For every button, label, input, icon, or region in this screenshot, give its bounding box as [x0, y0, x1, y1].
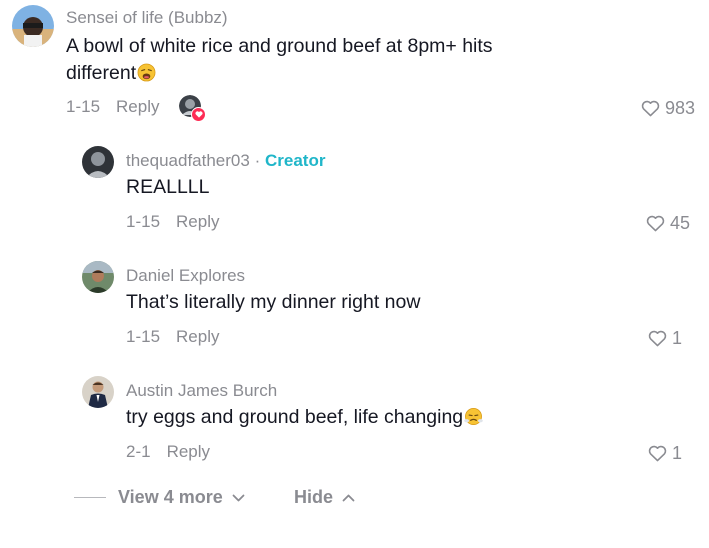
- avatar-thequadfather03[interactable]: [82, 146, 114, 178]
- face-with-steam-emoji-icon: [464, 408, 483, 425]
- reply-2-username[interactable]: Daniel Explores: [126, 266, 245, 286]
- creator-liked-indicator: [179, 95, 206, 122]
- creator-badge: Creator: [264, 151, 326, 170]
- reply-3-like-count: 1: [671, 443, 682, 463]
- reply-1-reply-button[interactable]: Reply: [176, 212, 219, 231]
- reply-1-like-count: 45: [669, 213, 690, 233]
- chevron-up-icon: [342, 494, 355, 501]
- reply-3-reply-button[interactable]: Reply: [167, 442, 210, 461]
- thread-divider-line: [74, 497, 106, 498]
- avatar-austin-james-burch[interactable]: [82, 376, 114, 408]
- reply-1-date: 1-15: [126, 212, 161, 231]
- view-more-label: View 4 more: [118, 487, 223, 507]
- reply-2-date: 1-15: [126, 327, 161, 346]
- heart-outline-icon: [646, 215, 665, 232]
- reply-1-separator: ·: [254, 151, 261, 170]
- reply-3-like-button[interactable]: 1: [648, 443, 682, 464]
- weary-face-emoji-icon: [137, 63, 156, 82]
- comment-text-line2: different: [66, 60, 493, 87]
- reply-1-username-row: thequadfather03 · Creator: [126, 151, 325, 171]
- comment-like-count: 983: [664, 98, 695, 118]
- heart-outline-icon: [648, 445, 667, 462]
- reply-3-text-row: try eggs and ground beef, life changing: [126, 404, 483, 431]
- reply-2-reply-button[interactable]: Reply: [176, 327, 219, 346]
- reply-3-username[interactable]: Austin James Burch: [126, 381, 277, 401]
- comment-date: 1-15: [66, 97, 101, 116]
- reply-3-text: try eggs and ground beef, life changing: [126, 406, 464, 428]
- reply-2-text: That’s literally my dinner right now: [126, 291, 421, 313]
- reply-2-meta: 1-15 Reply: [126, 327, 220, 347]
- comment-text: A bowl of white rice and ground beef at …: [66, 33, 493, 87]
- heart-badge-icon: [191, 107, 206, 122]
- comment-reply-button[interactable]: Reply: [116, 97, 159, 116]
- reply-2-like-button[interactable]: 1: [648, 328, 682, 349]
- reply-3-date: 2-1: [126, 442, 151, 461]
- comment-text-line2-text: different: [66, 62, 137, 84]
- heart-outline-icon: [648, 330, 667, 347]
- hide-replies-button[interactable]: Hide: [294, 487, 355, 508]
- reply-1-username[interactable]: thequadfather03: [126, 151, 250, 170]
- reply-1-text: REALLLL: [126, 176, 210, 198]
- comment-username[interactable]: Sensei of life (Bubbz): [66, 8, 228, 28]
- avatar-daniel-explores[interactable]: [82, 261, 114, 293]
- comment-text-line1: A bowl of white rice and ground beef at …: [66, 35, 493, 57]
- view-more-replies-button[interactable]: View 4 more: [118, 487, 245, 508]
- reply-3-meta: 2-1 Reply: [126, 442, 210, 462]
- avatar-sensei[interactable]: [12, 5, 54, 47]
- reply-1-like-button[interactable]: 45: [646, 213, 690, 234]
- hide-label: Hide: [294, 487, 334, 507]
- comment-like-button[interactable]: 983: [641, 98, 695, 119]
- comment-meta: 1-15 Reply: [66, 97, 160, 117]
- chevron-down-icon: [232, 494, 245, 501]
- heart-outline-icon: [641, 100, 660, 117]
- reply-2-like-count: 1: [671, 328, 682, 348]
- reply-1-meta: 1-15 Reply: [126, 212, 220, 232]
